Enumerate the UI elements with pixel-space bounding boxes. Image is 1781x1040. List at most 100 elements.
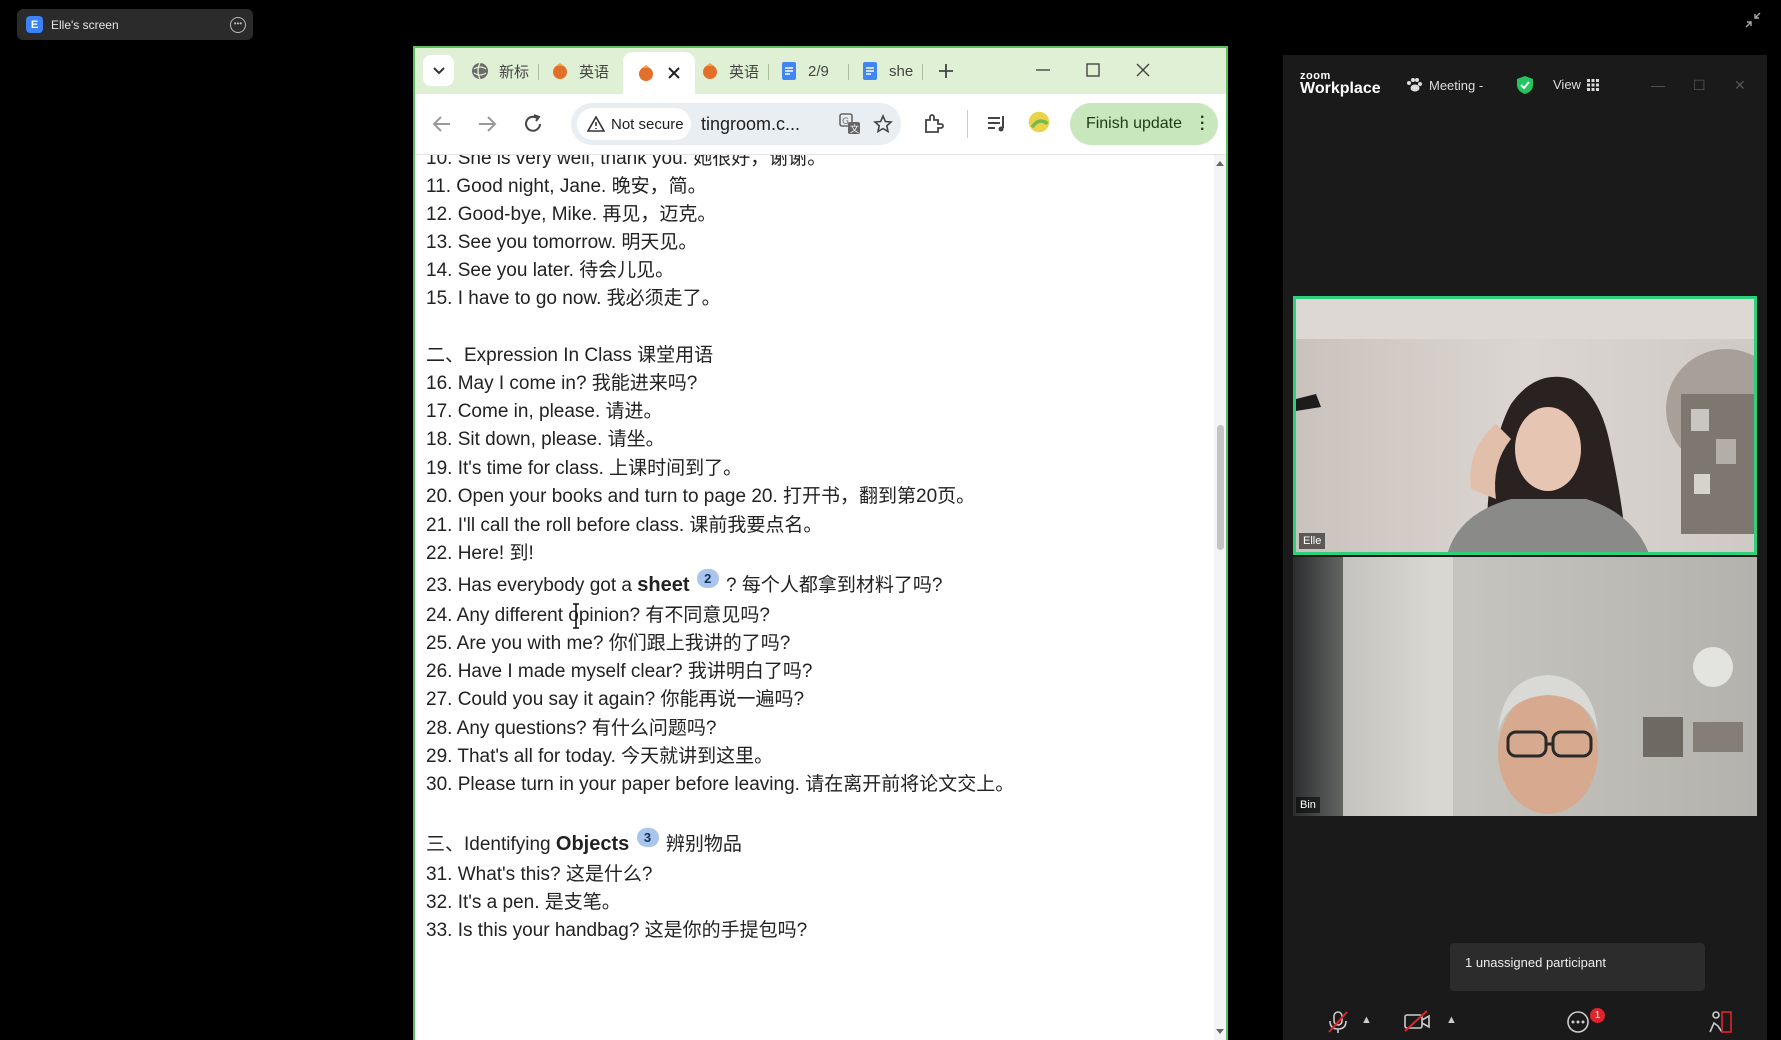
bookmark-star-icon[interactable]	[873, 114, 893, 134]
line-text: What's this? 这是什么?	[457, 864, 653, 885]
tab-new-tab[interactable]: 新标	[471, 56, 529, 86]
exit-fullscreen-icon[interactable]	[1745, 12, 1761, 28]
line-number: 29.	[426, 746, 453, 767]
web-page-content: 10. She is very well, thank you. 她很好，谢谢。…	[415, 155, 1214, 1040]
grid-icon	[1586, 78, 1599, 91]
view-button[interactable]: View	[1553, 77, 1599, 92]
line-text: It's time for class. 上课时间到了。	[457, 458, 743, 479]
line-number: 11.	[426, 176, 452, 197]
video-tile-elle[interactable]: Elle	[1293, 296, 1757, 555]
page-scrollbar[interactable]	[1214, 155, 1226, 1040]
line-number: 12.	[426, 204, 453, 225]
line-text: See you later. 待会儿见。	[457, 260, 675, 281]
google-docs-icon	[863, 62, 877, 80]
video-options-caret-icon[interactable]: ▲	[1446, 1014, 1457, 1026]
tab-english-2[interactable]: 英语	[701, 56, 759, 86]
line-number: 24.	[426, 605, 453, 626]
lesson-line: 30. Please turn in your paper before lea…	[426, 769, 1014, 796]
reload-icon[interactable]	[521, 112, 545, 136]
zoom-minimize-icon[interactable]: —	[1651, 77, 1665, 93]
paw-icon	[1407, 78, 1422, 92]
scroll-down-arrow-icon[interactable]	[1216, 1029, 1224, 1034]
line-text: Open your books and turn to page 20. 打开书…	[457, 486, 976, 507]
lesson-line: 20. Open your books and turn to page 20.…	[426, 481, 975, 508]
lesson-line: 11. Good night, Jane. 晚安，简。	[426, 171, 707, 198]
back-icon[interactable]	[430, 112, 454, 136]
reading-list-icon[interactable]	[985, 112, 1009, 136]
lesson-line: 31. What's this? 这是什么?	[426, 859, 652, 886]
encryption-shield-icon[interactable]	[1516, 75, 1534, 95]
line-number: 25.	[426, 633, 453, 654]
lesson-line: 25. Are you with me? 你们跟上我讲的了吗?	[426, 628, 790, 655]
close-window-icon[interactable]	[1128, 58, 1158, 82]
participant-name-elle: Elle	[1299, 533, 1326, 549]
scroll-thumb[interactable]	[1217, 425, 1224, 550]
extensions-icon[interactable]	[921, 112, 945, 136]
profile-avatar-icon[interactable]	[1027, 110, 1051, 134]
zoom-close-icon[interactable]: ✕	[1734, 77, 1746, 94]
heading-post: 辨别物品	[660, 834, 742, 855]
minimize-icon[interactable]	[1028, 58, 1058, 82]
video-tile-bin[interactable]: Bin	[1293, 557, 1757, 816]
line-text: That's all for today. 今天就讲到这里。	[457, 746, 774, 767]
site-logo-icon	[553, 63, 567, 79]
lesson-line: 22. Here! 到!	[426, 538, 534, 565]
screen-share-label: Elle's screen	[51, 17, 119, 32]
warning-icon	[587, 116, 605, 132]
tab-separator	[848, 64, 849, 80]
microphone-muted-icon[interactable]	[1327, 1010, 1349, 1034]
close-tab-icon[interactable]	[667, 66, 681, 80]
tab-search-dropdown[interactable]	[423, 55, 454, 86]
url-text[interactable]: tingroom.c...	[701, 114, 800, 135]
vocabulary-word[interactable]: sheet	[637, 574, 689, 596]
line-number: 33.	[426, 920, 453, 941]
tab-english-1[interactable]: 英语	[551, 56, 609, 86]
more-options-icon[interactable]: •••	[230, 17, 246, 33]
chevron-down-icon	[432, 66, 445, 74]
zoom-maximize-icon[interactable]: ☐	[1693, 77, 1706, 94]
tab-active[interactable]	[623, 52, 695, 94]
tab-label: 英语	[729, 63, 760, 81]
line-number: 15.	[426, 288, 453, 309]
lesson-line: 21. I'll call the roll before class. 课前我…	[426, 510, 822, 537]
lesson-line: 32. It's a pen. 是支笔。	[426, 887, 621, 914]
maximize-icon[interactable]	[1078, 58, 1108, 82]
forward-icon[interactable]	[475, 112, 499, 136]
tab-docs-1[interactable]: 2/9	[780, 56, 829, 86]
tab-docs-2[interactable]: she	[861, 56, 913, 86]
scroll-up-arrow-icon[interactable]	[1216, 161, 1224, 166]
line-text: Please turn in your paper before leaving…	[457, 774, 1015, 795]
unassigned-participant-notice[interactable]: 1 unassigned participant	[1450, 943, 1705, 991]
site-logo-icon	[639, 65, 653, 81]
tab-strip: 新标 英语 英语 2/9 she	[415, 48, 1226, 94]
vocabulary-word[interactable]: Objects	[556, 833, 629, 855]
menu-dots-icon: · · ·	[1200, 109, 1206, 138]
site-security-chip[interactable]: Not secure	[577, 108, 691, 140]
lesson-line: 24. Any different opinion? 有不同意见吗?	[426, 600, 770, 627]
new-tab-icon[interactable]	[938, 63, 954, 79]
leave-share-icon[interactable]	[1706, 1010, 1732, 1034]
tab-label: 英语	[579, 63, 610, 81]
toolbar-divider	[967, 110, 968, 138]
footnote-badge[interactable]: 3	[636, 828, 659, 847]
heading-pre: 三、Identifying	[426, 834, 556, 855]
lesson-line: 26. Have I made myself clear? 我讲明白了吗?	[426, 656, 812, 683]
line-text: I'll call the roll before class. 课前我要点名。	[457, 515, 823, 536]
more-options-icon[interactable]	[1566, 1010, 1590, 1034]
meeting-label: Meeting -	[1429, 77, 1484, 93]
lesson-line: 18. Sit down, please. 请坐。	[426, 424, 665, 451]
lesson-line: 13. See you tomorrow. 明天见。	[426, 227, 697, 254]
line-text: She is very well, thank you. 她很好，谢谢。	[457, 155, 827, 169]
screen-share-indicator[interactable]: E Elle's screen •••	[17, 9, 253, 40]
address-bar[interactable]: Not secure tingroom.c... G文	[571, 103, 901, 145]
translate-icon[interactable]: G文	[839, 113, 861, 135]
tab-separator	[538, 64, 539, 80]
finish-update-button[interactable]: Finish update · · ·	[1069, 103, 1218, 145]
footnote-badge[interactable]: 2	[696, 569, 719, 588]
meeting-info-button[interactable]: Meeting -	[1405, 77, 1483, 93]
lesson-line: 28. Any questions? 有什么问题吗?	[426, 713, 716, 740]
svg-text:文: 文	[850, 123, 859, 135]
line-number: 13.	[426, 232, 453, 253]
audio-options-caret-icon[interactable]: ▲	[1361, 1014, 1372, 1026]
video-off-icon[interactable]	[1403, 1010, 1431, 1032]
